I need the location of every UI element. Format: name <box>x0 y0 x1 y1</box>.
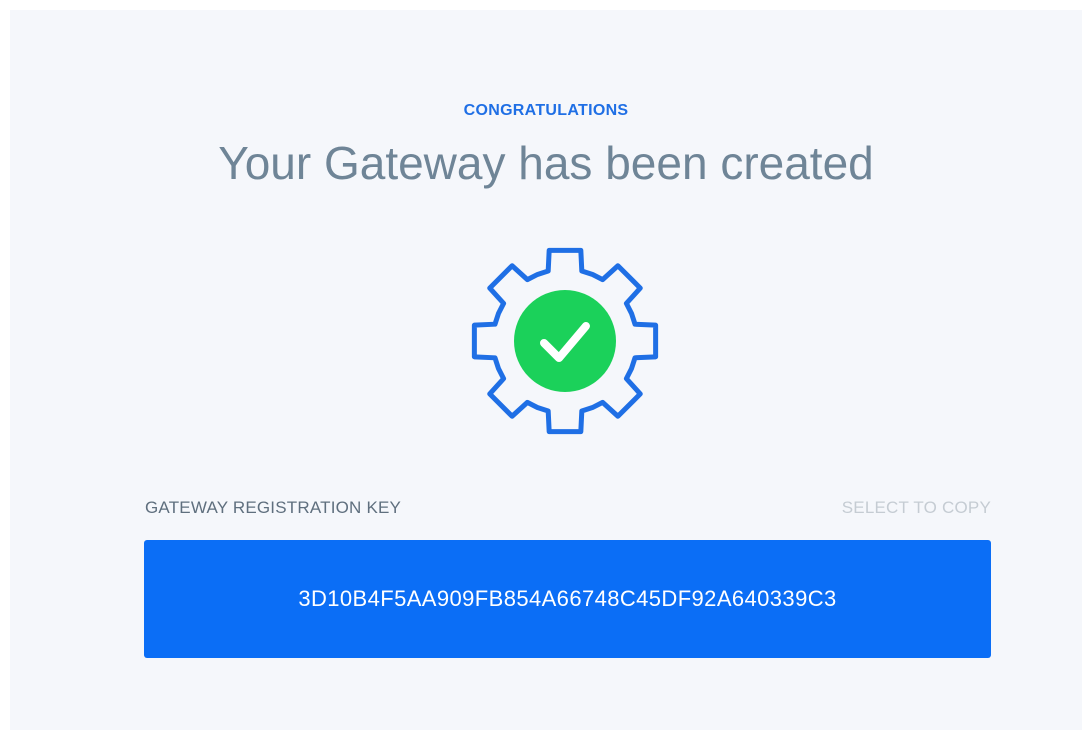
registration-key-value[interactable]: 3D10B4F5AA909FB854A66748C45DF92A640339C3 <box>298 586 836 612</box>
check-circle <box>514 290 616 392</box>
registration-key-label: GATEWAY REGISTRATION KEY <box>145 498 402 517</box>
gear-check-icon <box>460 236 670 446</box>
registration-key-box[interactable]: 3D10B4F5AA909FB854A66748C45DF92A640339C3 <box>144 540 991 658</box>
gear-check-svg <box>471 247 659 435</box>
page-title: Your Gateway has been created <box>218 137 874 189</box>
select-to-copy-hint: SELECT TO COPY <box>841 498 991 517</box>
success-panel: CONGRATULATIONS Your Gateway has been cr… <box>10 10 1082 730</box>
congratulations-eyebrow: CONGRATULATIONS <box>463 102 629 119</box>
